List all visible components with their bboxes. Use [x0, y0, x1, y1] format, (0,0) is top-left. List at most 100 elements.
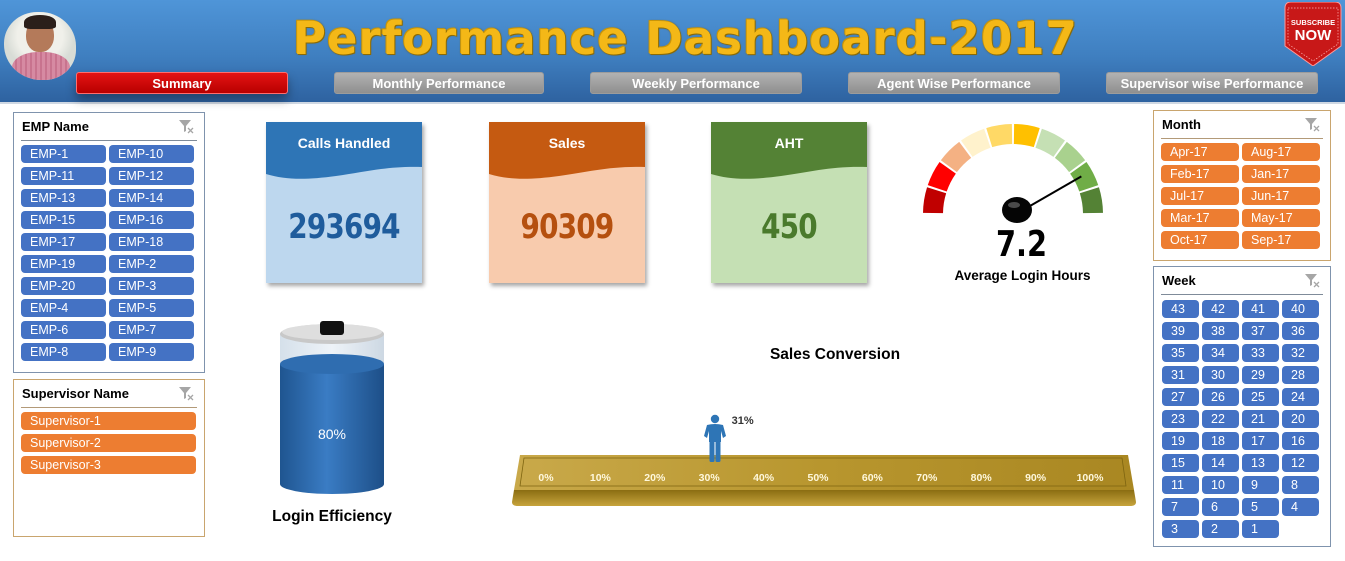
supervisor-chip[interactable]: Supervisor-2	[21, 434, 196, 452]
week-chip[interactable]: 34	[1202, 344, 1239, 362]
week-chip[interactable]: 30	[1202, 366, 1239, 384]
week-chip[interactable]: 36	[1282, 322, 1319, 340]
emp-chip[interactable]: EMP-4	[21, 299, 106, 317]
kpi-card-aht: AHT 450	[711, 122, 867, 283]
week-chip[interactable]: 4	[1282, 498, 1319, 516]
week-chip[interactable]: 40	[1282, 300, 1319, 318]
week-chip[interactable]: 18	[1202, 432, 1239, 450]
emp-chip[interactable]: EMP-18	[109, 233, 194, 251]
week-chip[interactable]: 3	[1162, 520, 1199, 538]
emp-name-slicer: EMP Name EMP-1 EMP-10 EMP-11 EMP-12 EMP-13 EM…	[13, 112, 205, 373]
week-chip[interactable]: 16	[1282, 432, 1319, 450]
week-chip[interactable]: 13	[1242, 454, 1279, 472]
supervisor-chip[interactable]: Supervisor-1	[21, 412, 196, 430]
week-chip[interactable]: 28	[1282, 366, 1319, 384]
clear-filter-icon[interactable]	[178, 118, 194, 134]
nav-supervisor-wise-performance-button[interactable]: Supervisor wise Performance	[1106, 72, 1318, 94]
subscribe-text: SUBSCRIBE	[1291, 18, 1335, 27]
month-chip[interactable]: Oct-17	[1161, 231, 1239, 249]
week-chip[interactable]: 22	[1202, 410, 1239, 428]
kpi-card-calls-handled: Calls Handled 293694	[266, 122, 422, 283]
week-chip[interactable]: 20	[1282, 410, 1319, 428]
week-chip[interactable]: 41	[1242, 300, 1279, 318]
emp-chip[interactable]: EMP-10	[109, 145, 194, 163]
month-chip[interactable]: Jul-17	[1161, 187, 1239, 205]
week-chip[interactable]: 11	[1162, 476, 1199, 494]
week-chip[interactable]: 26	[1202, 388, 1239, 406]
nav-summary-button[interactable]: Summary	[76, 72, 288, 94]
month-chip[interactable]: Aug-17	[1242, 143, 1320, 161]
week-chip[interactable]: 43	[1162, 300, 1199, 318]
ruler-front-edge	[512, 490, 1136, 506]
week-chip[interactable]: 2	[1202, 520, 1239, 538]
week-chip[interactable]: 32	[1282, 344, 1319, 362]
clear-filter-icon[interactable]	[1304, 116, 1320, 132]
emp-chip[interactable]: EMP-2	[109, 255, 194, 273]
week-chip[interactable]: 38	[1202, 322, 1239, 340]
week-chip[interactable]: 27	[1162, 388, 1199, 406]
week-chip[interactable]: 10	[1202, 476, 1239, 494]
week-chip[interactable]: 14	[1202, 454, 1239, 472]
ruler-tick-label: 90%	[1025, 472, 1047, 484]
emp-chip[interactable]: EMP-20	[21, 277, 106, 295]
week-chip[interactable]: 23	[1162, 410, 1199, 428]
nav-weekly-performance-button[interactable]: Weekly Performance	[590, 72, 802, 94]
clear-filter-icon[interactable]	[178, 385, 194, 401]
emp-chip[interactable]: EMP-9	[109, 343, 194, 361]
emp-chip[interactable]: EMP-15	[21, 211, 106, 229]
emp-chip[interactable]: EMP-1	[21, 145, 106, 163]
week-chip[interactable]: 8	[1282, 476, 1319, 494]
week-chip[interactable]: 6	[1202, 498, 1239, 516]
subscribe-now-badge[interactable]: SUBSCRIBE NOW	[1283, 2, 1343, 66]
week-chip[interactable]: 9	[1242, 476, 1279, 494]
month-chip[interactable]: Mar-17	[1161, 209, 1239, 227]
emp-chip[interactable]: EMP-12	[109, 167, 194, 185]
emp-chip[interactable]: EMP-6	[21, 321, 106, 339]
month-chip[interactable]: Feb-17	[1161, 165, 1239, 183]
week-chip[interactable]: 17	[1242, 432, 1279, 450]
week-chip[interactable]: 39	[1162, 322, 1199, 340]
week-chip[interactable]: 37	[1242, 322, 1279, 340]
month-chip[interactable]: Jan-17	[1242, 165, 1320, 183]
month-chip[interactable]: Jun-17	[1242, 187, 1320, 205]
emp-chip[interactable]: EMP-13	[21, 189, 106, 207]
week-chip[interactable]: 7	[1162, 498, 1199, 516]
nav-monthly-performance-button[interactable]: Monthly Performance	[334, 72, 544, 94]
emp-chip[interactable]: EMP-14	[109, 189, 194, 207]
emp-chip[interactable]: EMP-17	[21, 233, 106, 251]
week-chip[interactable]: 5	[1242, 498, 1279, 516]
week-chip[interactable]: 25	[1242, 388, 1279, 406]
week-chip[interactable]: 1	[1242, 520, 1279, 538]
month-chip[interactable]: May-17	[1242, 209, 1320, 227]
login-efficiency-cylinder	[280, 321, 384, 494]
kpi-value: 90309	[520, 207, 615, 247]
clear-filter-icon[interactable]	[1304, 272, 1320, 288]
week-chip[interactable]: 19	[1162, 432, 1199, 450]
average-login-hours-gauge	[923, 124, 1103, 223]
week-chip[interactable]: 12	[1282, 454, 1319, 472]
gauge-segment	[986, 124, 1013, 148]
week-chip[interactable]: 35	[1162, 344, 1199, 362]
ruler-tick-label: 100%	[1076, 472, 1104, 484]
week-chip[interactable]: 21	[1242, 410, 1279, 428]
week-chip[interactable]: 31	[1162, 366, 1199, 384]
week-chip[interactable]: 33	[1242, 344, 1279, 362]
login-efficiency-label: Login Efficiency	[272, 508, 392, 525]
emp-chip[interactable]: EMP-5	[109, 299, 194, 317]
emp-chip[interactable]: EMP-8	[21, 343, 106, 361]
week-chip[interactable]: 29	[1242, 366, 1279, 384]
month-chip[interactable]: Sep-17	[1242, 231, 1320, 249]
week-chip[interactable]: 42	[1202, 300, 1239, 318]
emp-chip[interactable]: EMP-19	[21, 255, 106, 273]
supervisor-chip[interactable]: Supervisor-3	[21, 456, 196, 474]
slicer-divider	[1161, 294, 1323, 295]
emp-chip[interactable]: EMP-3	[109, 277, 194, 295]
nav-agent-wise-performance-button[interactable]: Agent Wise Performance	[848, 72, 1060, 94]
emp-chip[interactable]: EMP-11	[21, 167, 106, 185]
emp-chip[interactable]: EMP-7	[109, 321, 194, 339]
week-chip[interactable]: 24	[1282, 388, 1319, 406]
week-chip[interactable]: 15	[1162, 454, 1199, 472]
month-slicer-title: Month	[1162, 117, 1201, 132]
month-chip[interactable]: Apr-17	[1161, 143, 1239, 161]
emp-chip[interactable]: EMP-16	[109, 211, 194, 229]
